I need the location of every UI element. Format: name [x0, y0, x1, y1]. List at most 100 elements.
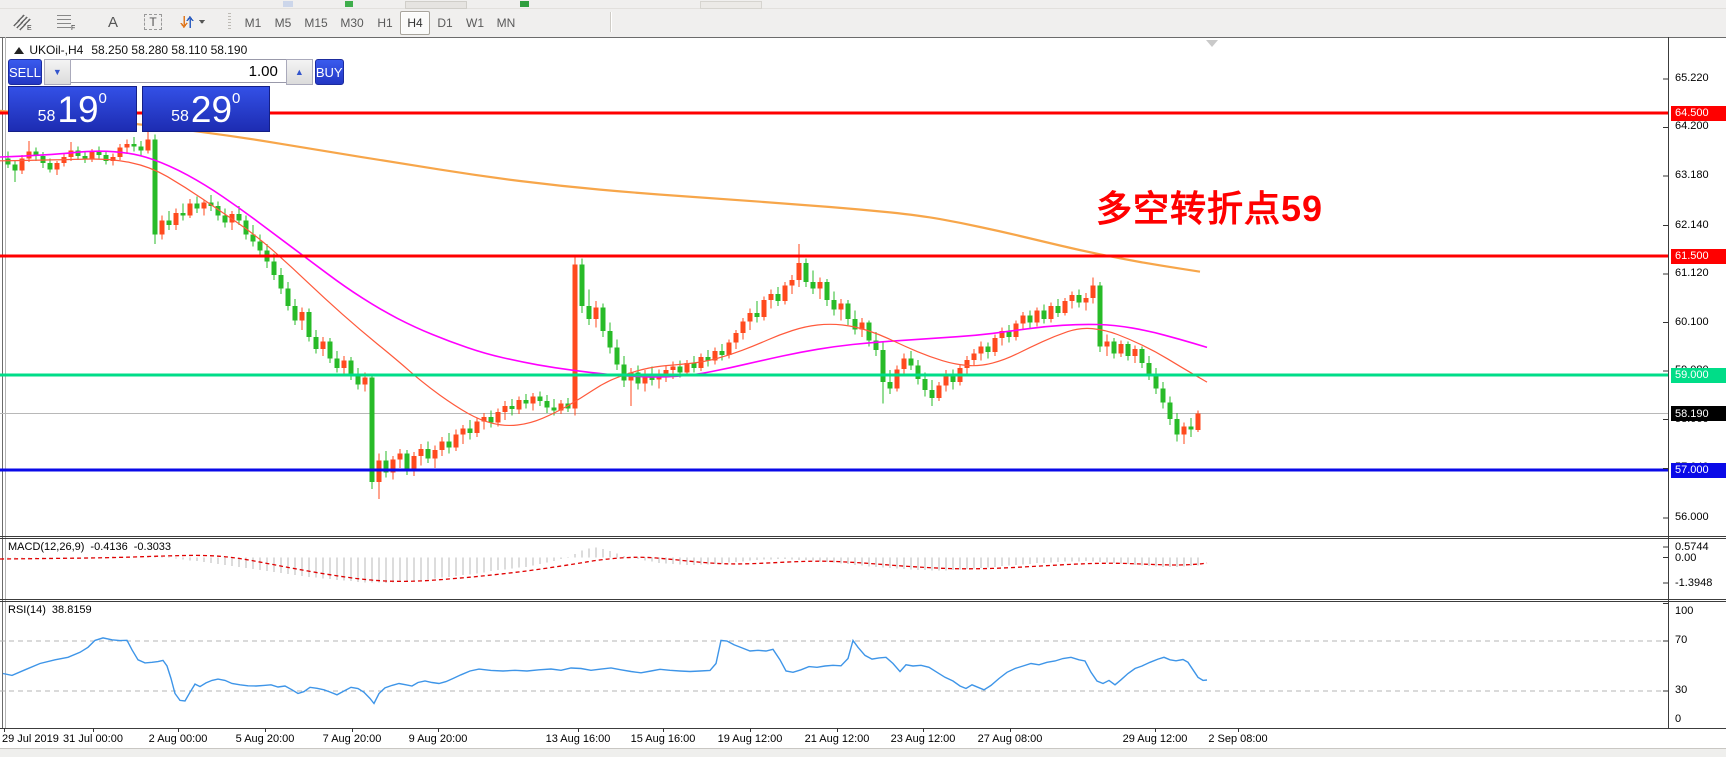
buy-price-pips: 29 — [190, 88, 233, 130]
macd-histogram — [7, 547, 1199, 583]
buy-price-point: 0 — [232, 90, 241, 107]
text-box-icon[interactable]: T — [138, 12, 168, 32]
time-tick — [352, 728, 353, 732]
volume-increase-button[interactable]: ▲ — [285, 59, 313, 85]
price-tick-label: 64.200 — [1675, 120, 1709, 133]
toolbar-field-sliver — [700, 1, 762, 9]
time-axis-label: 29 Jul 2019 — [2, 733, 59, 745]
price-tick-label: 60.100 — [1675, 315, 1709, 328]
macd-axis-label: -1.3948 — [1675, 576, 1713, 589]
toolbar-icon-sliver — [345, 1, 353, 7]
buy-button[interactable]: BUY — [314, 59, 344, 85]
buy-price-display[interactable]: 58 29 0 — [141, 86, 270, 132]
rsi-line — [2, 637, 1208, 705]
sell-button[interactable]: SELL — [8, 59, 42, 85]
volume-input[interactable] — [70, 59, 286, 83]
time-tick — [1155, 728, 1156, 732]
time-axis-label: 7 Aug 20:00 — [322, 733, 382, 745]
rsi-axis-label: 30 — [1675, 684, 1688, 696]
time-axis-label: 2 Aug 00:00 — [148, 733, 208, 745]
timeframe-m1-button[interactable]: M1 — [238, 11, 268, 35]
price-level-badge: 59.000 — [1671, 367, 1726, 383]
macd-label: MACD(12,26,9) -0.4136 -0.3033 — [8, 541, 172, 553]
timeframe-mn-button[interactable]: MN — [490, 11, 522, 35]
styler-icon[interactable]: E — [12, 12, 46, 32]
time-axis-label: 21 Aug 12:00 — [804, 733, 870, 745]
buy-price-major: 58 — [171, 108, 189, 125]
price-level-badge: 58.190 — [1671, 406, 1726, 422]
time-axis-label: 13 Aug 16:00 — [545, 733, 611, 745]
partial-toolbar-strip — [0, 0, 1726, 9]
sell-price-major: 58 — [37, 108, 56, 125]
timeframe-w1-button[interactable]: W1 — [460, 11, 490, 35]
timeframe-h1-button[interactable]: H1 — [370, 11, 400, 35]
time-tick — [663, 728, 664, 732]
toolbar-field-sliver — [405, 1, 467, 9]
rsi-panel-canvas[interactable] — [0, 601, 1668, 728]
text-label-icon[interactable]: A — [98, 12, 128, 32]
cycles-dropdown-icon[interactable] — [178, 12, 218, 32]
sell-price-pips: 19 — [57, 88, 99, 130]
time-axis-label: 29 Aug 12:00 — [1122, 733, 1188, 745]
ma-fast-red-line — [0, 158, 1208, 427]
sell-price-display[interactable]: 58 19 0 — [8, 86, 137, 132]
timeframe-d1-button[interactable]: D1 — [430, 11, 460, 35]
time-axis-label: 31 Jul 00:00 — [63, 733, 123, 745]
time-tick — [93, 728, 94, 732]
timeframe-m15-button[interactable]: M15 — [298, 11, 334, 35]
rsi-axis-label: 0 — [1675, 713, 1682, 725]
time-axis-label: 2 Sep 08:00 — [1208, 733, 1268, 745]
panel-separator[interactable] — [0, 599, 1726, 600]
rsi-label: RSI(14) 38.8159 — [8, 604, 92, 616]
time-axis-label: 27 Aug 08:00 — [977, 733, 1043, 745]
timeframe-m30-button[interactable]: M30 — [334, 11, 370, 35]
time-axis[interactable]: 29 Jul 2019 31 Jul 00:00 2 Aug 00:00 5 Aug … — [0, 728, 1726, 748]
time-tick — [1010, 728, 1011, 732]
price-axis-border — [1668, 37, 1669, 748]
grid-icon[interactable]: F — [56, 12, 90, 32]
ohlc-values: 58.250 58.280 58.110 58.190 — [91, 42, 248, 57]
time-tick — [578, 728, 579, 732]
price-tick-label: 62.140 — [1675, 218, 1709, 231]
time-tick — [178, 728, 179, 732]
time-axis-label: 15 Aug 16:00 — [630, 733, 696, 745]
time-tick — [837, 728, 838, 732]
time-tick — [923, 728, 924, 732]
price-tick-label: 63.180 — [1675, 169, 1709, 182]
toolbar-icon-sliver — [520, 1, 529, 7]
main-toolbar: E F A T M1 M5 M15 M30 H1 H4 D1 W1 MN — [0, 9, 1726, 38]
chart-annotation-text[interactable]: 多空转折点59 — [1096, 180, 1323, 232]
volume-stepper: ▼ ▲ — [43, 59, 313, 85]
price-tick-label: 56.000 — [1675, 510, 1709, 523]
rsi-axis-label: 100 — [1675, 605, 1694, 617]
price-level-badge: 64.500 — [1671, 105, 1726, 121]
macd-panel-canvas[interactable] — [0, 538, 1668, 599]
price-tick-label: 61.120 — [1675, 267, 1709, 280]
chart-shift-marker-icon[interactable] — [1206, 40, 1218, 47]
toolbar-drag-handle[interactable] — [228, 13, 231, 31]
time-axis-label: 19 Aug 12:00 — [717, 733, 783, 745]
toolbar-separator — [610, 12, 611, 32]
sell-price-point: 0 — [98, 90, 107, 107]
time-axis-label: 5 Aug 20:00 — [235, 733, 295, 745]
price-level-badge: 57.000 — [1671, 462, 1726, 478]
toolbar-icon-sliver — [283, 1, 293, 7]
timeframe-m5-button[interactable]: M5 — [268, 11, 298, 35]
macd-signal-line — [0, 554, 1208, 583]
svg-text:E: E — [27, 25, 32, 31]
ma-orange-line — [0, 109, 1201, 273]
timeframe-h4-button[interactable]: H4 — [400, 11, 430, 35]
volume-decrease-button[interactable]: ▼ — [43, 59, 71, 85]
time-axis-label: 23 Aug 12:00 — [890, 733, 956, 745]
time-tick — [750, 728, 751, 732]
time-tick — [438, 728, 439, 732]
collapse-arrow-icon[interactable] — [14, 46, 24, 54]
trading-terminal: E F A T M1 M5 M15 M30 H1 H4 D1 W1 MN UKO… — [0, 0, 1726, 757]
macd-axis-label: 0.00 — [1675, 551, 1697, 564]
svg-text:F: F — [71, 25, 75, 31]
candles[interactable] — [5, 131, 1201, 499]
time-tick — [265, 728, 266, 732]
time-axis-label: 9 Aug 20:00 — [408, 733, 468, 745]
rsi-axis-label: 70 — [1675, 634, 1688, 646]
panel-separator[interactable] — [0, 536, 1726, 537]
